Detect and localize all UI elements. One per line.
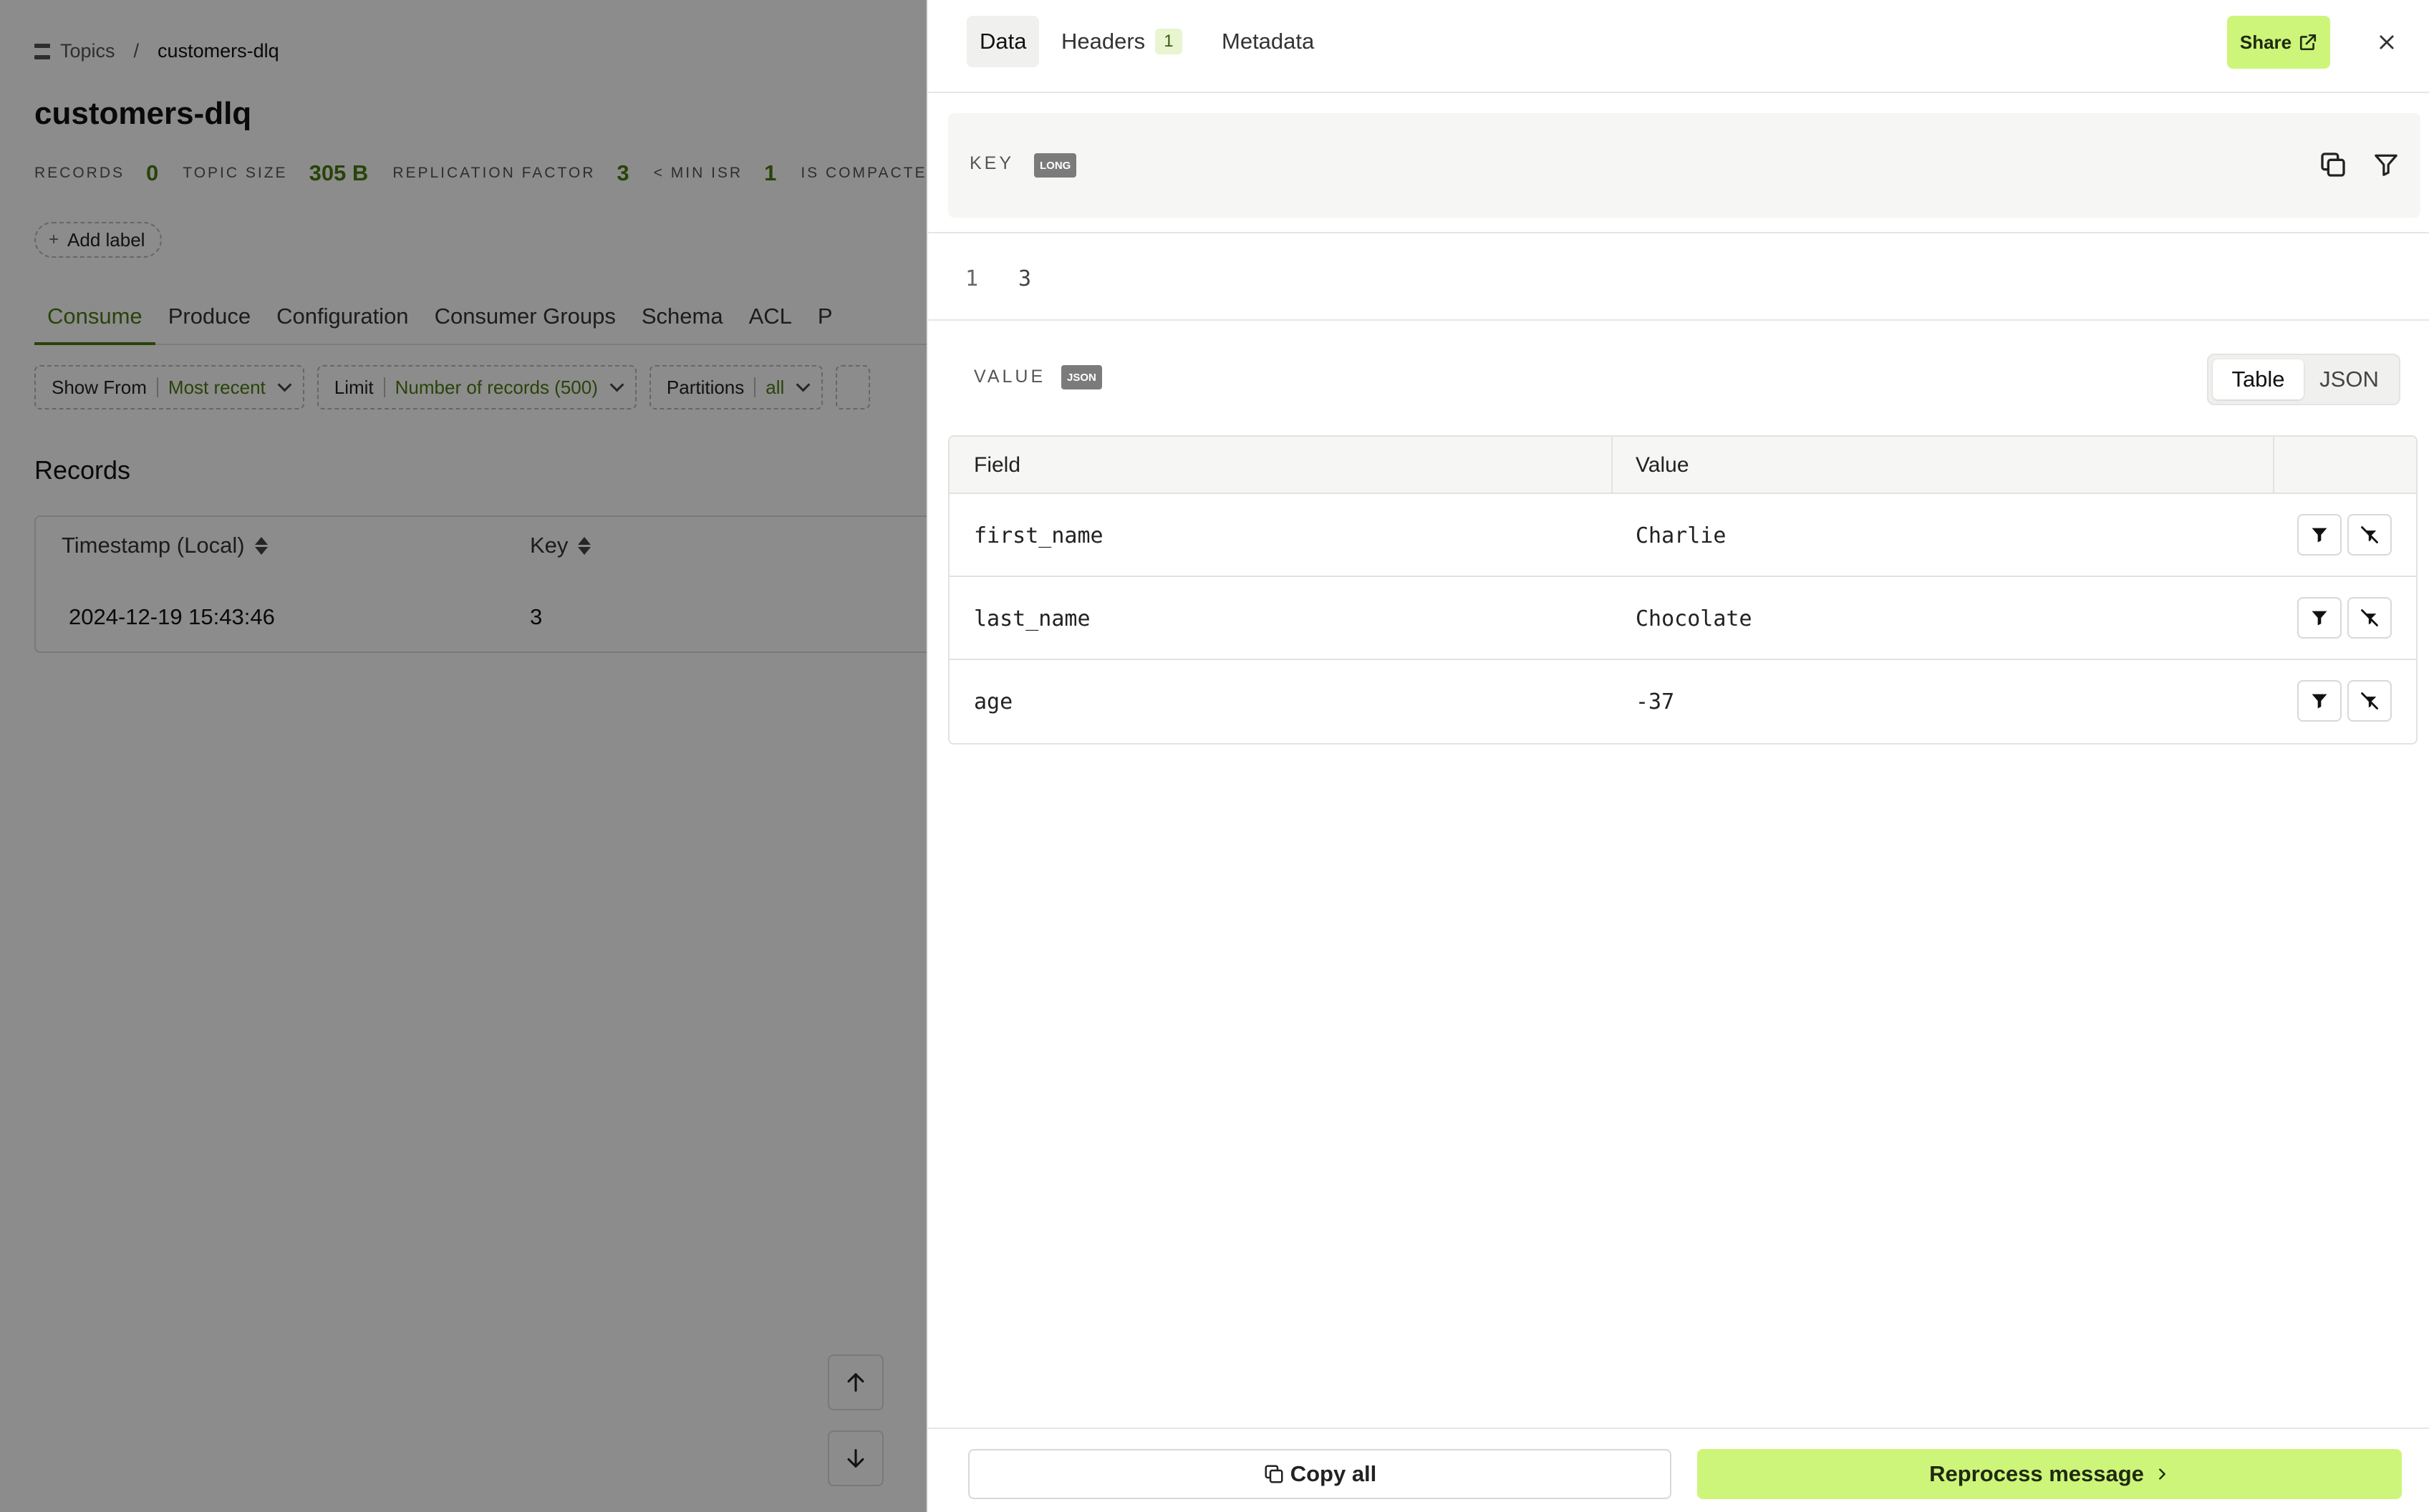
field-value: Charlie <box>1636 523 1727 548</box>
field-name: age <box>974 689 1013 714</box>
tab-headers[interactable]: Headers 1 <box>1048 16 1195 67</box>
filter-exclude-icon <box>2361 526 2378 543</box>
view-table-option[interactable]: Table <box>2213 359 2304 399</box>
line-number: 1 <box>965 266 979 291</box>
table-row: last_name Chocolate <box>950 577 2416 660</box>
table-row: age -37 <box>950 660 2416 743</box>
headers-count-badge: 1 <box>1155 29 1182 54</box>
copy-all-button[interactable]: Copy all <box>968 1449 1671 1499</box>
filter-by-key-button[interactable] <box>2366 145 2406 185</box>
filter-exclude-button[interactable] <box>2347 514 2392 556</box>
field-name: last_name <box>974 606 1091 631</box>
filter-include-button[interactable] <box>2297 680 2342 722</box>
copy-icon <box>2321 152 2345 177</box>
value-type-badge: JSON <box>1061 365 1102 389</box>
column-header-value: Value <box>1636 453 1689 477</box>
filter-exclude-icon <box>2361 609 2378 626</box>
reprocess-message-button[interactable]: Reprocess message <box>1697 1449 2402 1499</box>
filter-exclude-icon <box>2361 692 2378 709</box>
value-label: VALUE <box>974 367 1046 387</box>
filter-icon <box>2312 694 2327 709</box>
value-table-header: Field Value <box>950 437 2416 494</box>
filter-exclude-button[interactable] <box>2347 680 2392 722</box>
value-table: Field Value first_name Charlie last_name… <box>948 435 2418 745</box>
close-icon <box>2380 35 2394 49</box>
filter-icon <box>2312 611 2327 626</box>
external-link-icon <box>2300 34 2317 51</box>
tab-metadata[interactable]: Metadata <box>1209 16 1327 67</box>
copy-icon <box>1265 1465 1283 1483</box>
modal-backdrop[interactable] <box>0 0 927 1512</box>
key-label: KEY <box>970 153 1015 173</box>
key-code-line: 1 3 <box>965 266 1031 291</box>
filter-exclude-button[interactable] <box>2347 597 2392 639</box>
filter-icon <box>2375 154 2397 176</box>
close-button[interactable] <box>2367 23 2406 62</box>
tab-data[interactable]: Data <box>967 16 1040 67</box>
value-view-toggle: Table JSON <box>2207 354 2400 405</box>
drawer-header: Data Headers 1 Metadata Share <box>928 0 2429 93</box>
field-value: Chocolate <box>1636 606 1752 631</box>
filter-include-button[interactable] <box>2297 597 2342 639</box>
key-type-badge: LONG <box>1034 153 1077 178</box>
key-section: KEY LONG <box>948 113 2420 218</box>
table-row: first_name Charlie <box>950 494 2416 577</box>
share-button[interactable]: Share <box>2227 16 2330 69</box>
record-details-drawer: Data Headers 1 Metadata Share KEY LONG 1… <box>927 0 2429 1512</box>
key-value[interactable]: 3 <box>1018 266 1031 291</box>
drawer-footer: Copy all Reprocess message <box>928 1428 2429 1512</box>
column-header-field: Field <box>974 453 1021 477</box>
filter-include-button[interactable] <box>2297 514 2342 556</box>
chevron-right-icon <box>2158 1468 2165 1480</box>
copy-key-button[interactable] <box>2313 145 2353 185</box>
field-value: -37 <box>1636 689 1675 714</box>
view-json-option[interactable]: JSON <box>2304 359 2395 399</box>
field-name: first_name <box>974 523 1104 548</box>
filter-icon <box>2312 528 2327 543</box>
